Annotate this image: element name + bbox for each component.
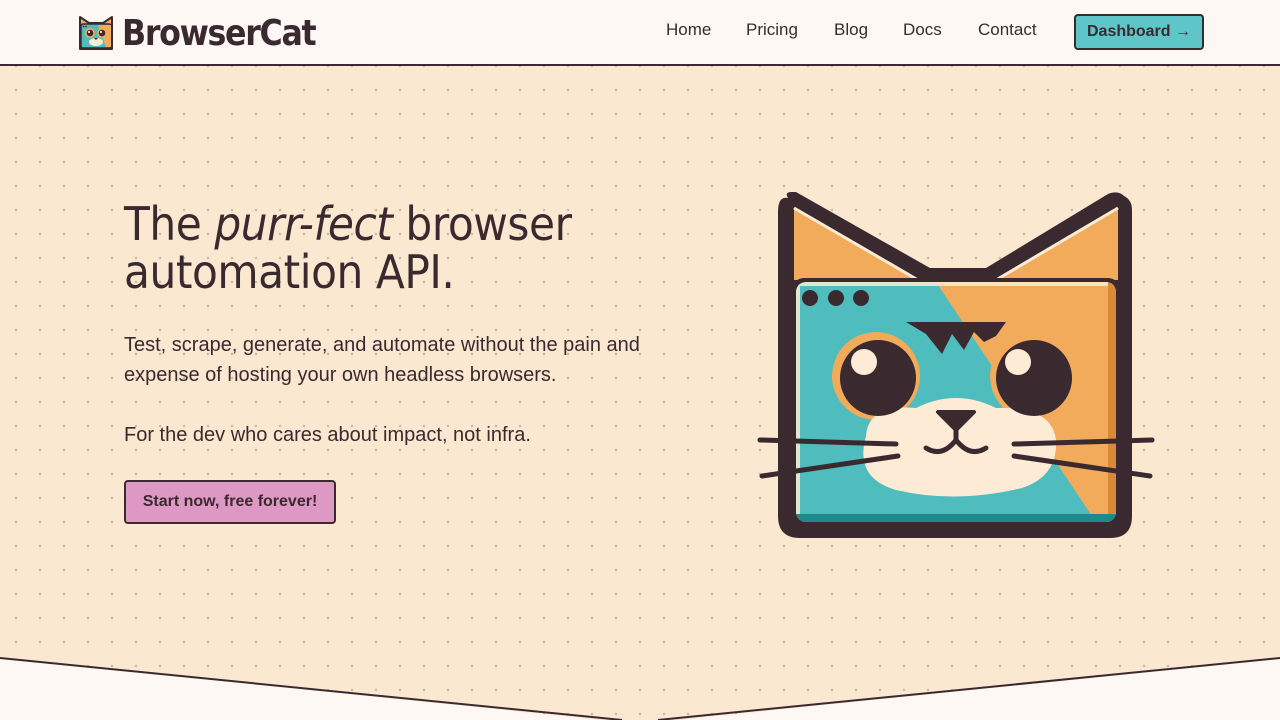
nav-blog[interactable]: Blog	[834, 20, 868, 40]
nav-contact[interactable]: Contact	[978, 20, 1037, 40]
hero-title-emphasis: purr-fect	[214, 197, 393, 251]
hero-section: The purr-fect browser automation API. Te…	[0, 66, 1280, 720]
hero-title: The purr-fect browser automation API.	[124, 200, 676, 296]
hero-tagline: For the dev who cares about impact, not …	[124, 424, 531, 446]
start-now-button[interactable]: Start now, free forever!	[124, 480, 336, 524]
hero-subtitle: Test, scrape, generate, and automate wit…	[124, 334, 640, 386]
nav-docs[interactable]: Docs	[903, 20, 942, 40]
site-header: BrowserCat Home Pricing Blog Docs Contac…	[0, 0, 1280, 66]
hero-title-prefix: The	[124, 197, 215, 251]
nav-pricing[interactable]: Pricing	[746, 20, 798, 40]
cat-browser-illustration-icon	[757, 192, 1155, 538]
dashboard-button[interactable]: Dashboard →	[1074, 14, 1204, 50]
nav-home[interactable]: Home	[666, 20, 711, 40]
